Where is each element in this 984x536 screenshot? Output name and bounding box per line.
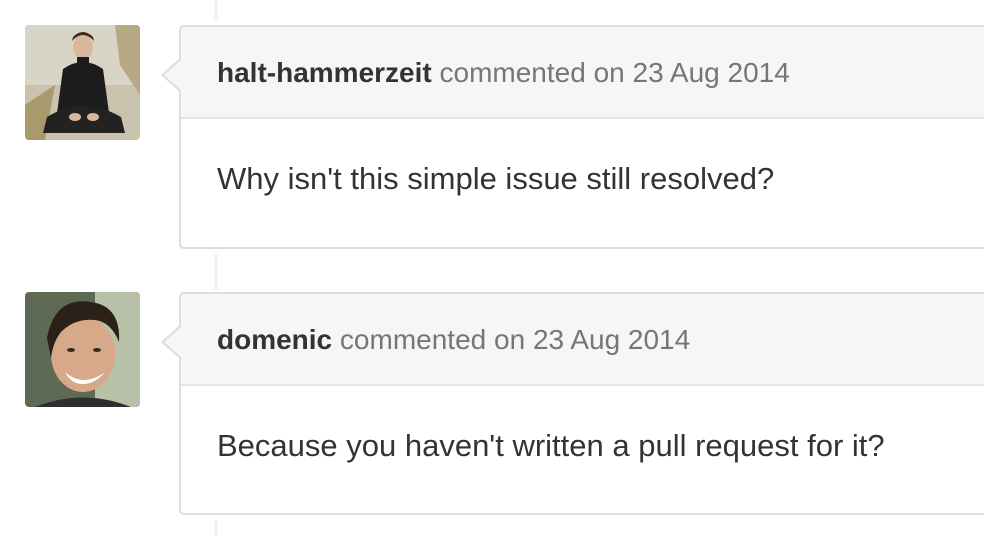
comment-author-link[interactable]: halt-hammerzeit bbox=[217, 57, 432, 88]
comment-box: domenic commented on 23 Aug 2014 Because… bbox=[161, 292, 984, 515]
comment-header: domenic commented on 23 Aug 2014 bbox=[181, 294, 984, 386]
timeline-connector bbox=[214, 0, 218, 22]
avatar[interactable] bbox=[25, 25, 140, 140]
comment-pointer bbox=[164, 59, 182, 91]
timeline-connector bbox=[214, 254, 218, 290]
comment-date-prefix: on bbox=[494, 324, 526, 355]
discussion-timeline: halt-hammerzeit commented on 23 Aug 2014… bbox=[0, 0, 984, 536]
comment-box: halt-hammerzeit commented on 23 Aug 2014… bbox=[161, 25, 984, 249]
comment-action: commented bbox=[439, 57, 586, 88]
comment-date-link[interactable]: 23 Aug 2014 bbox=[633, 57, 790, 88]
comment-action: commented bbox=[339, 324, 487, 355]
avatar[interactable] bbox=[25, 292, 140, 407]
comment-body: Because you haven't written a pull reque… bbox=[217, 428, 885, 463]
comment-date-prefix: on bbox=[593, 57, 625, 88]
comment-author-link[interactable]: domenic bbox=[217, 324, 332, 355]
comment-header: halt-hammerzeit commented on 23 Aug 2014 bbox=[181, 27, 984, 119]
comment-body: Why isn't this simple issue still resolv… bbox=[217, 161, 775, 196]
person-avatar-icon bbox=[25, 292, 140, 407]
comment-pointer bbox=[164, 326, 182, 358]
timeline-connector bbox=[214, 520, 218, 536]
comment-date-link[interactable]: 23 Aug 2014 bbox=[533, 324, 690, 355]
person-avatar-icon bbox=[25, 25, 140, 140]
